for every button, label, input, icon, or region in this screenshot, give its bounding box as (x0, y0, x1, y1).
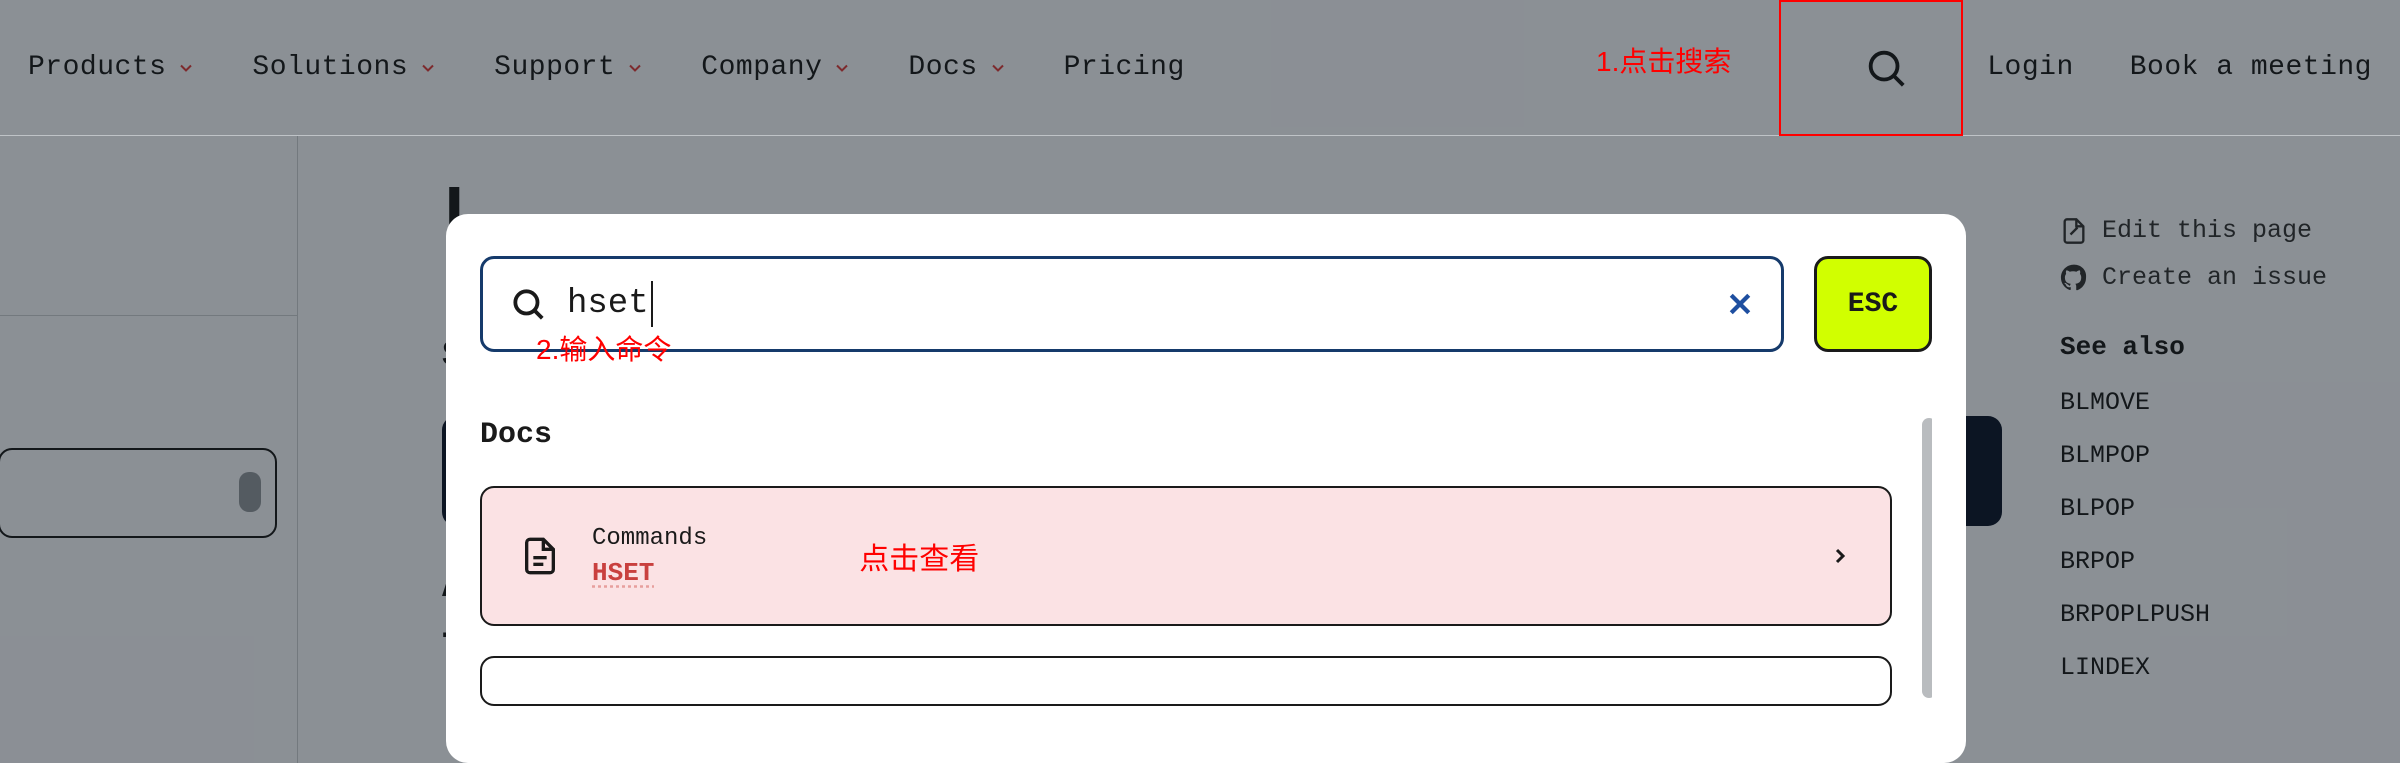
chevron-down-icon (418, 58, 438, 78)
nav-label: Docs (908, 52, 977, 83)
nav-label: Solutions (252, 52, 408, 83)
search-icon (1863, 45, 1909, 91)
edit-page-label: Edit this page (2102, 216, 2312, 245)
search-dialog: hset ESC 2.输入命令 Docs Commands HSET 点击查看 (446, 214, 1966, 763)
nav-solutions[interactable]: Solutions (252, 52, 438, 83)
nav-login[interactable]: Login (1987, 52, 2074, 83)
see-also-item[interactable]: BLMPOP (2060, 441, 2400, 470)
nav-label: Pricing (1064, 52, 1185, 83)
nav-label: Support (494, 52, 615, 83)
annotation-step3: 点击查看 (859, 534, 979, 578)
nav-label: Products (28, 52, 166, 83)
create-issue-label: Create an issue (2102, 263, 2327, 292)
document-icon (520, 536, 560, 576)
nav-company[interactable]: Company (701, 52, 852, 83)
create-issue-link[interactable]: Create an issue (2060, 263, 2400, 292)
sidebar-select[interactable] (0, 448, 277, 538)
nav-support[interactable]: Support (494, 52, 645, 83)
search-result-next[interactable] (480, 656, 1892, 706)
edit-icon (2060, 217, 2088, 245)
nav-book-meeting[interactable]: Book a meeting (2130, 52, 2372, 83)
see-also-item[interactable]: LINDEX (2060, 653, 2400, 682)
chevron-right-icon (1828, 544, 1852, 568)
nav-left: Products Solutions Support Company Docs (28, 52, 1185, 83)
nav-pricing[interactable]: Pricing (1064, 52, 1185, 83)
results-section-title: Docs (480, 418, 1932, 452)
see-also-heading: See also (2060, 332, 2400, 362)
nav-products[interactable]: Products (28, 52, 196, 83)
right-sidebar: Edit this page Create an issue See also … (2040, 136, 2400, 763)
top-nav: Products Solutions Support Company Docs (0, 0, 2400, 136)
search-icon (509, 285, 547, 323)
nav-right: Login Book a meeting (1841, 0, 2372, 136)
esc-button[interactable]: ESC (1814, 256, 1932, 352)
github-icon (2060, 264, 2088, 292)
nav-label: Company (701, 52, 822, 83)
search-value: hset (567, 285, 649, 323)
left-sidebar (0, 136, 298, 763)
clear-icon[interactable] (1725, 289, 1755, 319)
search-result-hset[interactable]: Commands HSET 点击查看 (480, 486, 1892, 626)
search-button[interactable] (1841, 0, 1931, 136)
see-also-item[interactable]: BRPOPLPUSH (2060, 600, 2400, 629)
chevron-down-icon (832, 58, 852, 78)
edit-page-link[interactable]: Edit this page (2060, 216, 2400, 245)
see-also-item[interactable]: BLPOP (2060, 494, 2400, 523)
esc-label: ESC (1848, 289, 1898, 320)
scrollbar[interactable] (1918, 418, 1932, 763)
nav-docs[interactable]: Docs (908, 52, 1007, 83)
result-crumb: Commands (592, 525, 707, 552)
chevron-down-icon (176, 58, 196, 78)
search-field[interactable]: hset (480, 256, 1784, 352)
scrollbar-thumb[interactable] (1922, 418, 1932, 698)
result-title: HSET (592, 558, 707, 588)
chevron-down-icon (988, 58, 1008, 78)
sidebar-block (0, 136, 297, 316)
chevron-down-icon (625, 58, 645, 78)
text-caret (651, 281, 653, 327)
see-also-item[interactable]: BRPOP (2060, 547, 2400, 576)
see-also-item[interactable]: BLMOVE (2060, 388, 2400, 417)
